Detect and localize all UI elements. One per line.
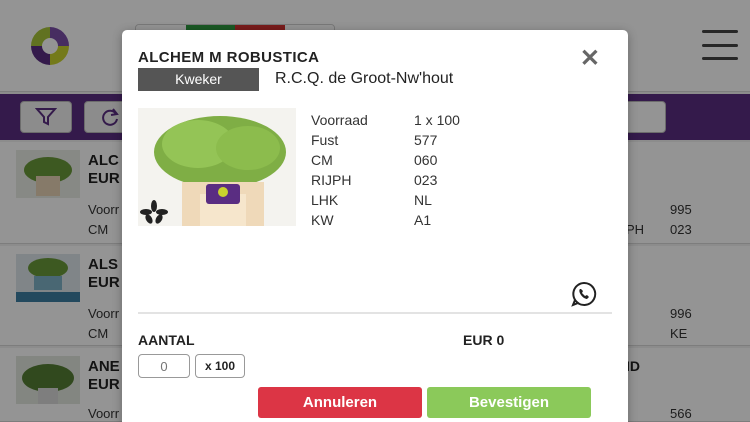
spec-label: RIJPH — [311, 172, 352, 188]
whatsapp-icon[interactable] — [571, 281, 597, 307]
spec-value: 1 x 100 — [414, 112, 460, 128]
spec-label: KW — [311, 212, 334, 228]
total-price: EUR 0 — [463, 332, 505, 348]
kweker-value: R.C.Q. de Groot-Nw'hout — [275, 70, 454, 87]
spec-value: NL — [414, 192, 432, 208]
spec-row: CM 060 — [311, 150, 534, 170]
spec-row: KW A1 — [311, 210, 534, 230]
close-icon[interactable]: ✕ — [580, 47, 600, 71]
spec-value: A1 — [414, 212, 432, 228]
spec-label: Fust — [311, 132, 339, 148]
divider — [138, 312, 612, 314]
spec-label: CM — [311, 152, 333, 168]
quantity-unit-button[interactable]: x 100 — [195, 354, 245, 378]
spec-value: 577 — [414, 132, 438, 148]
product-modal: ALCHEM M ROBUSTICA ✕ Kweker R.C.Q. de Gr… — [122, 30, 628, 422]
spec-value: 023 — [414, 172, 438, 188]
spec-row: RIJPH 023 — [311, 170, 534, 190]
spec-row: Fust 577 — [311, 130, 534, 150]
spec-table: Voorraad 1 x 100 Fust 577 CM 060 RIJPH 0… — [311, 110, 534, 230]
product-photo — [138, 108, 296, 226]
quantity-input[interactable] — [138, 354, 190, 378]
cancel-button[interactable]: Annuleren — [258, 387, 422, 418]
spec-label: LHK — [311, 192, 339, 208]
aantal-label: AANTAL — [138, 332, 195, 348]
flower-icon — [140, 200, 168, 224]
kweker-label: Kweker — [138, 68, 259, 91]
spec-label: Voorraad — [311, 112, 368, 128]
modal-title: ALCHEM M ROBUSTICA — [138, 49, 320, 66]
spec-row: LHK NL — [311, 190, 534, 210]
confirm-button[interactable]: Bevestigen — [427, 387, 591, 418]
spec-row: Voorraad 1 x 100 — [311, 110, 534, 130]
spec-value: 060 — [414, 152, 438, 168]
